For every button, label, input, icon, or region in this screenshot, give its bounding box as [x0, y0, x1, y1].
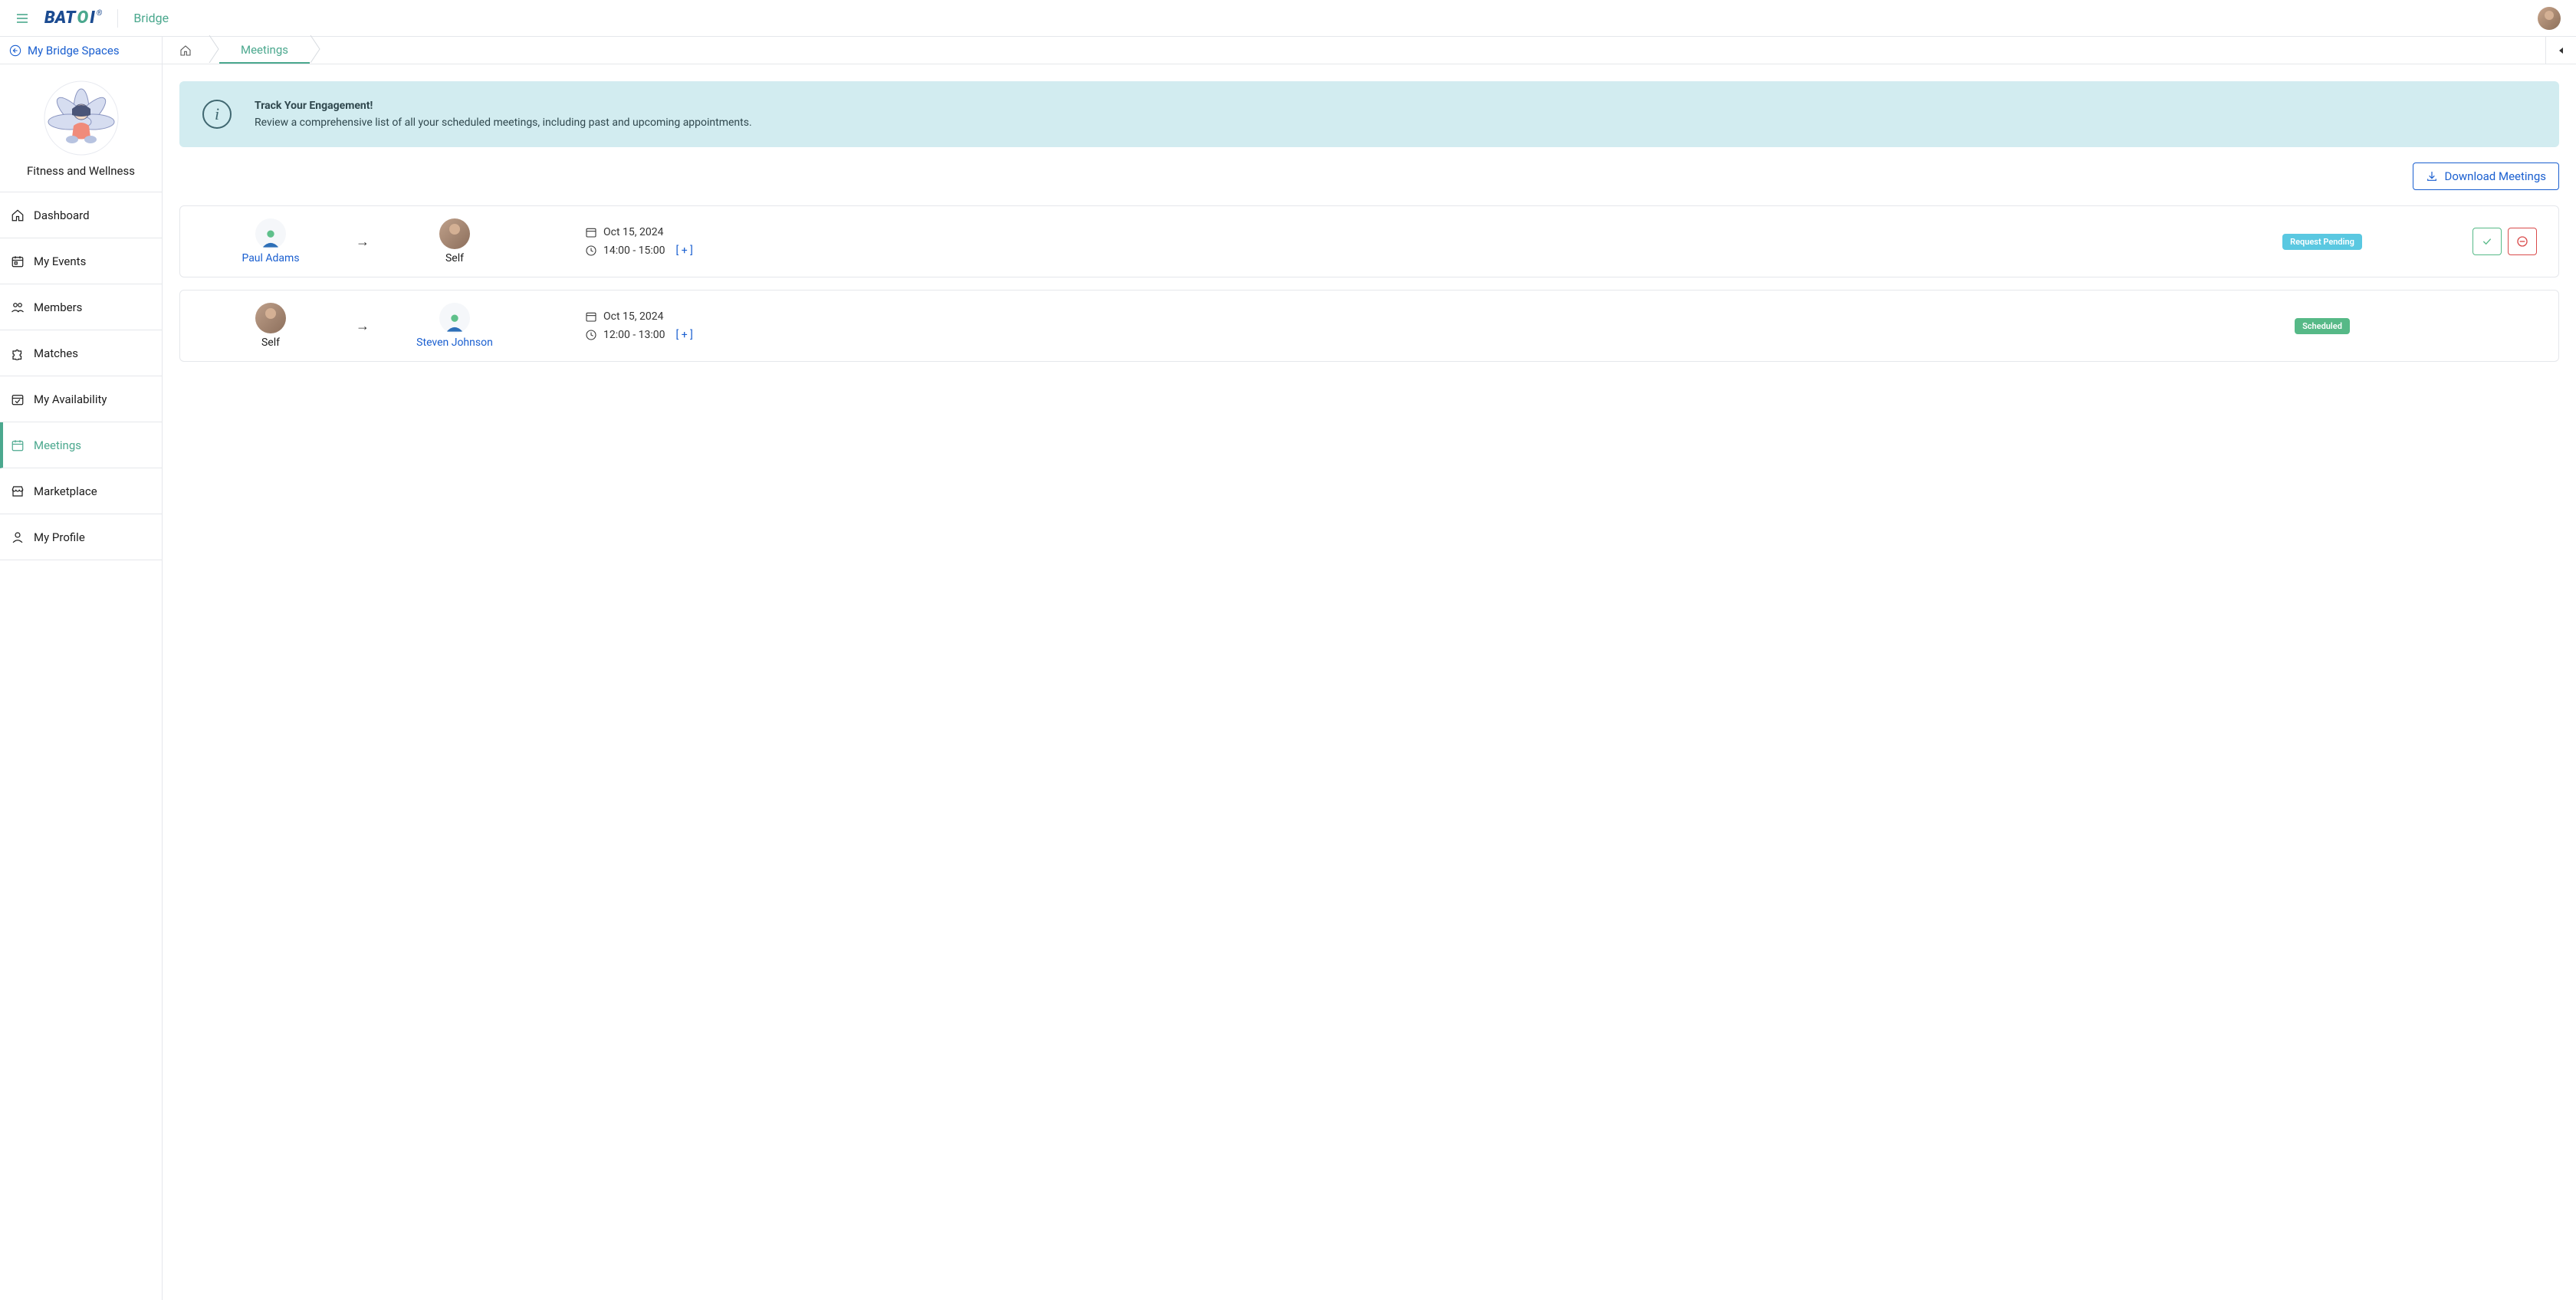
status-badge: Scheduled: [2295, 318, 2350, 334]
sidebar-item-label: My Profile: [34, 530, 85, 544]
back-label: My Bridge Spaces: [28, 44, 120, 57]
calendar-check-icon: [11, 392, 25, 406]
sidebar-item-matches[interactable]: Matches: [0, 330, 162, 376]
main-content: Meetings i Track Your Engagement! Review…: [163, 37, 2576, 1300]
space-name: Fitness and Wellness: [27, 164, 135, 178]
layout: My Bridge Spaces: [0, 37, 2576, 1300]
meeting-date: Oct 15, 2024: [603, 226, 663, 238]
avatar: [255, 303, 286, 333]
top-bar-left: BATOI® Bridge: [15, 8, 169, 28]
space-icon: [43, 80, 120, 156]
sidebar-item-label: My Availability: [34, 392, 107, 406]
banner-title: Track Your Engagement!: [255, 100, 752, 112]
participant-from: Self: [202, 303, 340, 349]
collapse-panel-button[interactable]: [2545, 37, 2576, 64]
status-badge: Request Pending: [2282, 234, 2362, 250]
users-icon: [11, 300, 25, 314]
avatar: [439, 303, 470, 333]
banner-description: Review a comprehensive list of all your …: [255, 117, 752, 129]
calendar-event-icon: [11, 254, 25, 268]
breadcrumb: Meetings: [163, 37, 2576, 64]
status-column: Request Pending: [2246, 234, 2399, 250]
back-to-spaces-link[interactable]: My Bridge Spaces: [0, 37, 162, 64]
expand-time-link[interactable]: [ + ]: [676, 329, 693, 341]
chevron-right-icon: [310, 35, 320, 66]
participant-from: Paul Adams: [202, 218, 340, 264]
actions-column: [2399, 228, 2537, 255]
home-icon: [11, 208, 25, 222]
participant-name: Self: [261, 336, 280, 349]
action-row: Download Meetings: [179, 162, 2559, 190]
chevron-right-icon: [209, 35, 219, 66]
store-icon: [11, 484, 25, 498]
time-row: 12:00 - 13:00 [ + ]: [585, 329, 2246, 341]
menu-toggle-button[interactable]: [15, 11, 29, 25]
puzzle-icon: [11, 346, 25, 360]
arrow-icon: →: [340, 318, 386, 334]
logo[interactable]: BATOI®: [44, 8, 102, 28]
sidebar-item-label: Matches: [34, 346, 78, 360]
sidebar-item-dashboard[interactable]: Dashboard: [0, 192, 162, 238]
sidebar-item-my-events[interactable]: My Events: [0, 238, 162, 284]
status-column: Scheduled: [2246, 318, 2399, 334]
divider: [117, 9, 118, 28]
clock-icon: [585, 329, 597, 341]
calendar-icon: [585, 310, 597, 323]
sidebar-item-meetings[interactable]: Meetings: [0, 422, 162, 468]
meeting-time: 14:00 - 15:00: [603, 245, 665, 257]
calendar-icon: [11, 438, 25, 452]
participant-name: Self: [445, 252, 464, 264]
participant-to: Self: [386, 218, 524, 264]
date-row: Oct 15, 2024: [585, 226, 2246, 238]
sidebar-item-label: Dashboard: [34, 208, 90, 222]
datetime-column: Oct 15, 2024 14:00 - 15:00 [ + ]: [524, 226, 2246, 257]
sidebar: My Bridge Spaces: [0, 37, 163, 1300]
info-banner: i Track Your Engagement! Review a compre…: [179, 81, 2559, 147]
app-name: Bridge: [133, 11, 169, 25]
download-label: Download Meetings: [2444, 169, 2546, 183]
user-avatar-button[interactable]: [2538, 7, 2561, 30]
avatar: [255, 218, 286, 249]
meeting-card: Paul Adams → Self Oct 15, 2024 14:00 - 1…: [179, 205, 2559, 277]
user-icon: [11, 530, 25, 544]
reject-button[interactable]: [2508, 228, 2537, 255]
breadcrumb-current[interactable]: Meetings: [219, 37, 310, 64]
sidebar-item-marketplace[interactable]: Marketplace: [0, 468, 162, 514]
participant-name-link[interactable]: Steven Johnson: [416, 336, 493, 349]
sidebar-item-label: Members: [34, 300, 82, 314]
expand-time-link[interactable]: [ + ]: [676, 245, 693, 257]
top-bar: BATOI® Bridge: [0, 0, 2576, 37]
datetime-column: Oct 15, 2024 12:00 - 13:00 [ + ]: [524, 310, 2246, 341]
arrow-icon: →: [340, 234, 386, 250]
sidebar-item-members[interactable]: Members: [0, 284, 162, 330]
calendar-icon: [585, 226, 597, 238]
sidebar-item-label: Marketplace: [34, 484, 97, 498]
info-text: Track Your Engagement! Review a comprehe…: [255, 100, 752, 129]
participant-to: Steven Johnson: [386, 303, 524, 349]
sidebar-item-my-availability[interactable]: My Availability: [0, 376, 162, 422]
sidebar-item-my-profile[interactable]: My Profile: [0, 514, 162, 560]
breadcrumb-home-link[interactable]: [163, 37, 209, 64]
participant-name-link[interactable]: Paul Adams: [242, 252, 299, 264]
content-area: i Track Your Engagement! Review a compre…: [163, 64, 2576, 391]
download-meetings-button[interactable]: Download Meetings: [2413, 162, 2559, 190]
space-header: Fitness and Wellness: [0, 64, 162, 192]
meeting-time: 12:00 - 13:00: [603, 329, 665, 341]
time-row: 14:00 - 15:00 [ + ]: [585, 245, 2246, 257]
sidebar-item-label: My Events: [34, 254, 86, 268]
avatar: [439, 218, 470, 249]
meeting-card: Self → Steven Johnson Oct 15, 2024: [179, 290, 2559, 362]
clock-icon: [585, 245, 597, 257]
sidebar-item-label: Meetings: [34, 438, 81, 452]
date-row: Oct 15, 2024: [585, 310, 2246, 323]
meeting-date: Oct 15, 2024: [603, 310, 663, 323]
approve-button[interactable]: [2472, 228, 2502, 255]
info-icon: i: [202, 100, 232, 129]
